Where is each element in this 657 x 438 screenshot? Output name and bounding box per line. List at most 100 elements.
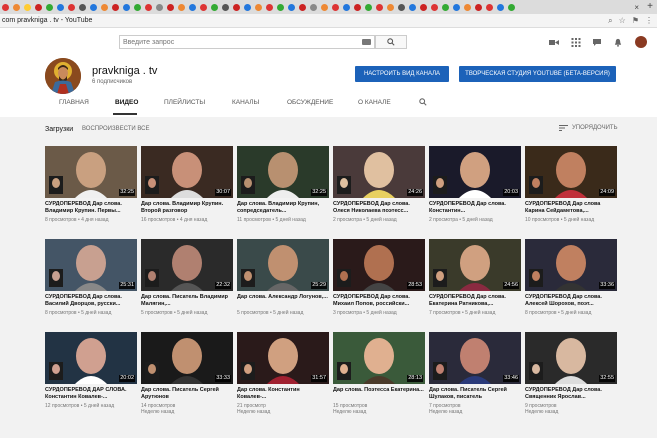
video-title[interactable]: Дар слова. Александр Логунов,... — [237, 294, 329, 301]
browser-tab-favicon-icon[interactable] — [178, 3, 185, 11]
customize-channel-button[interactable]: НАСТРОИТЬ ВИД КАНАЛА — [355, 66, 449, 82]
video-thumbnail[interactable]: 24:09 — [525, 146, 617, 198]
tab-playlists[interactable]: ПЛЕЙЛИСТЫ — [164, 99, 205, 106]
tab-home[interactable]: ГЛАВНАЯ — [59, 99, 89, 106]
browser-tab-favicon-icon[interactable] — [156, 3, 163, 11]
bookmark-star-icon[interactable]: ☆ — [619, 16, 626, 26]
video-thumbnail[interactable]: 31:57 — [237, 332, 329, 384]
browser-tab-favicon-icon[interactable] — [24, 3, 31, 11]
video-title[interactable]: СУРДОПЕРЕВОД Дар слова. Василий Дворцов,… — [45, 294, 137, 308]
browser-tab-favicon-icon[interactable] — [497, 3, 504, 11]
video-title[interactable]: Дар слова. Владимир Крупин, сопредседате… — [237, 201, 329, 215]
browser-tab-favicon-icon[interactable] — [68, 3, 75, 11]
tab-videos[interactable]: ВИДЕО — [115, 99, 138, 106]
browser-tab-favicon-icon[interactable] — [189, 3, 196, 11]
browser-tab-favicon-icon[interactable] — [134, 3, 141, 11]
browser-tab-favicon-icon[interactable] — [420, 3, 427, 11]
browser-tab-favicon-icon[interactable] — [365, 3, 372, 11]
browser-tab-favicon-icon[interactable] — [255, 3, 262, 11]
video-thumbnail[interactable]: 28:13 — [333, 332, 425, 384]
browser-tab-favicon-icon[interactable] — [508, 3, 515, 11]
browser-tab-favicon-icon[interactable] — [398, 3, 405, 11]
search-input[interactable] — [119, 35, 375, 49]
tab-discussion[interactable]: ОБСУЖДЕНИЕ — [287, 99, 333, 106]
video-title[interactable]: СУРДОПЕРЕВОД Дар слова Карина Сейдаметов… — [525, 201, 617, 215]
messages-icon[interactable] — [592, 38, 602, 47]
video-thumbnail[interactable]: 32:25 — [45, 146, 137, 198]
browser-tab-favicon-icon[interactable] — [343, 3, 350, 11]
browser-tab-favicon-icon[interactable] — [409, 3, 416, 11]
apps-grid-icon[interactable] — [571, 38, 581, 47]
browser-tab-favicon-icon[interactable] — [112, 3, 119, 11]
browser-tab-favicon-icon[interactable] — [13, 3, 20, 11]
browser-tab-favicon-icon[interactable] — [90, 3, 97, 11]
browser-tab-favicon-icon[interactable] — [57, 3, 64, 11]
video-title[interactable]: Дар слова. Поэтесса Екатерина... — [333, 387, 425, 394]
video-thumbnail[interactable]: 33:33 — [141, 332, 233, 384]
channel-search-icon[interactable] — [419, 98, 427, 106]
menu-dots-icon[interactable]: ⋮ — [645, 16, 653, 26]
video-title[interactable]: Дар слова. Владимир Крупин. Второй разго… — [141, 201, 233, 215]
browser-tab-favicon-icon[interactable] — [200, 3, 207, 11]
play-all-button[interactable]: ВОСПРОИЗВЕСТИ ВСЕ — [82, 126, 150, 132]
video-thumbnail[interactable]: 25:29 — [237, 239, 329, 291]
video-thumbnail[interactable]: 33:46 — [429, 332, 521, 384]
video-title[interactable]: СУРДОПЕРЕВОД Дар слова. Алексей Шорохов,… — [525, 294, 617, 308]
video-thumbnail[interactable]: 33:36 — [525, 239, 617, 291]
browser-tab-favicon-icon[interactable] — [376, 3, 383, 11]
address-url[interactable]: com pravkniga . tv - YouTube — [2, 17, 92, 24]
video-title[interactable]: СУРДОПЕРЕВОД ДАР СЛОВА. Константин Ковал… — [45, 387, 137, 401]
video-title[interactable]: СУРДОПЕРЕВОД Дар слова. Михаил Попов, ро… — [333, 294, 425, 308]
zoom-icon[interactable]: ⌕ — [608, 16, 612, 26]
video-title[interactable]: СУРДОПЕРЕВОД Дар слова. Священник Яросла… — [525, 387, 617, 401]
browser-tab-favicon-icon[interactable] — [167, 3, 174, 11]
browser-tab-favicon-icon[interactable] — [233, 3, 240, 11]
browser-tab-favicon-icon[interactable] — [2, 3, 9, 11]
notifications-bell-icon[interactable] — [613, 38, 623, 47]
browser-tab-favicon-icon[interactable] — [266, 3, 273, 11]
browser-tab-favicon-icon[interactable] — [310, 3, 317, 11]
browser-tab-favicon-icon[interactable] — [211, 3, 218, 11]
extension-icon[interactable]: ⚑ — [632, 16, 639, 26]
browser-tab-favicon-icon[interactable] — [79, 3, 86, 11]
browser-tab-favicon-icon[interactable] — [332, 3, 339, 11]
account-avatar-icon[interactable] — [635, 36, 647, 48]
video-title[interactable]: СУРДОПЕРЕВОД Дар слова. Олеся Николаева … — [333, 201, 425, 215]
video-title[interactable]: Дар слова. Писатель Владимир Малягин,... — [141, 294, 233, 308]
video-thumbnail[interactable]: 32:25 — [237, 146, 329, 198]
video-title[interactable]: Дар слова. Константин Ковалев-... — [237, 387, 329, 401]
video-title[interactable]: Дар слова. Писатель Сергей Шулаков, писа… — [429, 387, 521, 401]
browser-tab-favicon-icon[interactable] — [123, 3, 130, 11]
video-thumbnail[interactable]: 22:32 — [141, 239, 233, 291]
browser-tab-favicon-icon[interactable] — [288, 3, 295, 11]
sort-button[interactable]: УПОРЯДОЧИТЬ — [559, 125, 618, 131]
video-thumbnail[interactable]: 30:07 — [141, 146, 233, 198]
browser-tab-favicon-icon[interactable] — [453, 3, 460, 11]
search-button[interactable] — [375, 35, 407, 49]
browser-tab-favicon-icon[interactable] — [464, 3, 471, 11]
browser-tab-favicon-icon[interactable] — [486, 3, 493, 11]
browser-tab-favicon-icon[interactable] — [244, 3, 251, 11]
browser-tab-favicon-icon[interactable] — [145, 3, 152, 11]
keyboard-icon[interactable] — [362, 39, 371, 45]
browser-tab-favicon-icon[interactable] — [431, 3, 438, 11]
browser-tab-favicon-icon[interactable] — [387, 3, 394, 11]
browser-tab-favicon-icon[interactable] — [35, 3, 42, 11]
video-title[interactable]: СУРДОПЕРЕВОД Дар слова. Владимир Крупин.… — [45, 201, 137, 215]
browser-tab-favicon-icon[interactable] — [442, 3, 449, 11]
browser-tab-favicon-icon[interactable] — [475, 3, 482, 11]
youtube-studio-button[interactable]: ТВОРЧЕСКАЯ СТУДИЯ YOUTUBE (БЕТА-ВЕРСИЯ) — [459, 66, 616, 82]
video-thumbnail[interactable]: 24:26 — [333, 146, 425, 198]
address-bar[interactable]: com pravkniga . tv - YouTube ⌕ ☆ ⚑ ⋮ — [0, 14, 657, 28]
browser-tab-favicon-icon[interactable] — [321, 3, 328, 11]
browser-tab-favicon-icon[interactable] — [277, 3, 284, 11]
video-title[interactable]: СУРДОПЕРЕВОД Дар слова. Константин... — [429, 201, 521, 215]
video-thumbnail[interactable]: 20:02 — [45, 332, 137, 384]
channel-avatar[interactable] — [45, 58, 81, 94]
video-thumbnail[interactable]: 28:53 — [333, 239, 425, 291]
video-camera-icon[interactable] — [549, 38, 559, 47]
browser-tab-favicon-icon[interactable] — [354, 3, 361, 11]
video-thumbnail[interactable]: 20:03 — [429, 146, 521, 198]
video-thumbnail[interactable]: 24:56 — [429, 239, 521, 291]
video-title[interactable]: Дар слова. Писатель Сергей Арутюнов — [141, 387, 233, 401]
